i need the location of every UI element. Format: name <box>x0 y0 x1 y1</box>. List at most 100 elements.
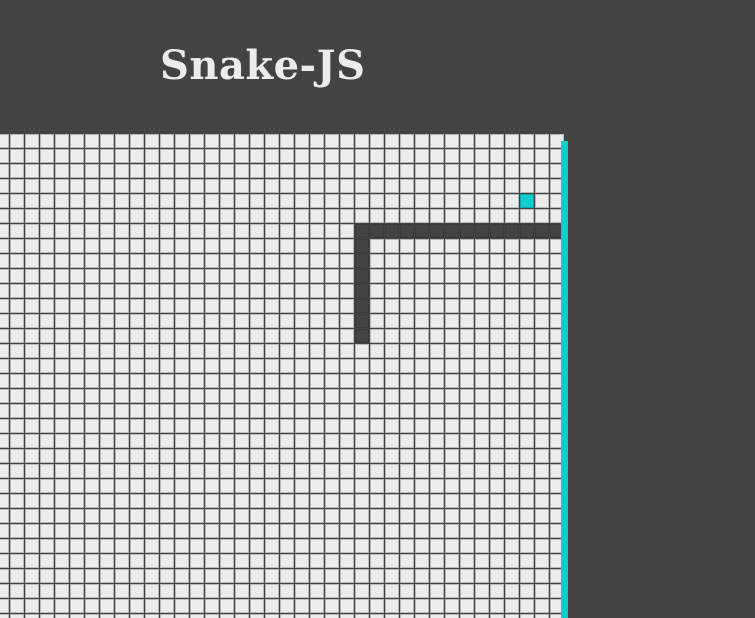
grid-cell <box>370 554 384 568</box>
grid-cell <box>220 389 234 403</box>
grid-cell <box>250 239 264 253</box>
grid-cell <box>490 359 504 373</box>
grid-cell <box>490 419 504 433</box>
grid-cell <box>175 134 189 148</box>
grid-cell <box>190 224 204 238</box>
grid-cell <box>400 599 414 613</box>
grid-cell <box>70 179 84 193</box>
grid-cell <box>340 539 354 553</box>
grid-cell <box>55 494 69 508</box>
grid-cell <box>130 359 144 373</box>
grid-cell <box>220 554 234 568</box>
grid-cell <box>265 569 279 583</box>
grid-cell <box>0 404 9 418</box>
grid-cell <box>310 299 324 313</box>
board-edge-accent <box>561 141 568 618</box>
grid-cell <box>145 224 159 238</box>
grid-cell <box>100 194 114 208</box>
grid-cell <box>430 344 444 358</box>
grid-cell <box>535 389 549 403</box>
grid-cell <box>415 539 429 553</box>
grid-cell <box>205 194 219 208</box>
grid-cell <box>490 449 504 463</box>
grid-cell <box>400 299 414 313</box>
grid-cell <box>430 164 444 178</box>
grid-cell <box>115 599 129 613</box>
grid-cell <box>400 509 414 523</box>
grid-cell <box>85 524 99 538</box>
grid-cell <box>505 179 519 193</box>
grid-cell <box>40 134 54 148</box>
grid-cell <box>85 269 99 283</box>
grid-cell <box>100 344 114 358</box>
grid-cell <box>460 329 474 343</box>
grid-cell <box>445 479 459 493</box>
game-board[interactable] <box>0 134 565 618</box>
grid-cell <box>310 359 324 373</box>
grid-cell <box>250 374 264 388</box>
grid-cell <box>520 614 534 618</box>
grid-cell <box>190 344 204 358</box>
grid-cell <box>355 584 369 598</box>
grid-cell <box>85 464 99 478</box>
grid-cell <box>400 374 414 388</box>
grid-cell <box>40 404 54 418</box>
grid-cell <box>370 179 384 193</box>
grid-cell <box>475 419 489 433</box>
grid-cell <box>505 479 519 493</box>
grid-cell <box>220 434 234 448</box>
grid-cell <box>415 374 429 388</box>
grid-cell <box>25 224 39 238</box>
grid-cell <box>115 299 129 313</box>
grid-cell <box>205 329 219 343</box>
grid-cell <box>235 359 249 373</box>
grid-cell <box>490 194 504 208</box>
grid-cell <box>385 284 399 298</box>
grid-cell <box>130 254 144 268</box>
grid-cell <box>295 509 309 523</box>
grid-cell <box>520 374 534 388</box>
grid-cell <box>415 584 429 598</box>
grid-cell <box>415 329 429 343</box>
grid-cell <box>475 179 489 193</box>
grid-cell <box>145 329 159 343</box>
grid-cell <box>265 344 279 358</box>
grid-cell <box>445 389 459 403</box>
grid-cell <box>130 419 144 433</box>
grid-cell <box>70 464 84 478</box>
grid-cell <box>100 524 114 538</box>
grid-cell <box>385 194 399 208</box>
grid-cell <box>445 209 459 223</box>
grid-cell <box>205 284 219 298</box>
grid-cell <box>10 134 24 148</box>
grid-cell <box>310 374 324 388</box>
grid-cell <box>520 164 534 178</box>
grid-cell <box>55 284 69 298</box>
grid-cell <box>25 284 39 298</box>
grid-cell <box>310 149 324 163</box>
grid-cell <box>280 284 294 298</box>
grid-cell <box>220 149 234 163</box>
grid-cell <box>385 344 399 358</box>
grid-cell <box>70 419 84 433</box>
grid-cell <box>70 224 84 238</box>
grid-cell <box>85 359 99 373</box>
grid-cell <box>505 254 519 268</box>
grid-cell <box>130 344 144 358</box>
grid-cell <box>70 254 84 268</box>
grid-cell <box>205 584 219 598</box>
grid-cell <box>115 329 129 343</box>
grid-cell <box>70 434 84 448</box>
grid-cell <box>70 599 84 613</box>
grid-cell <box>175 464 189 478</box>
grid-cell <box>10 614 24 618</box>
grid-cell <box>475 209 489 223</box>
grid-cell <box>280 269 294 283</box>
grid-cell <box>535 374 549 388</box>
grid-cell <box>85 344 99 358</box>
grid-cell <box>340 614 354 618</box>
grid-cell <box>460 239 474 253</box>
grid-cell <box>505 134 519 148</box>
grid-cell <box>280 209 294 223</box>
grid-cell <box>250 494 264 508</box>
